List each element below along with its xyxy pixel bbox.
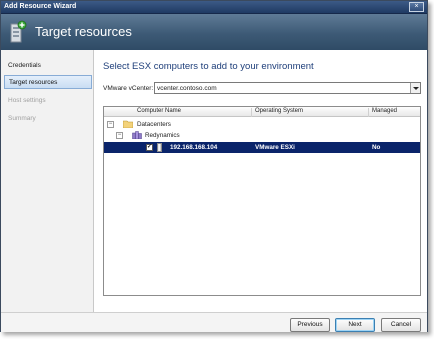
computer-name-cell: 192.168.168.104 bbox=[170, 144, 218, 151]
computers-tree-grid[interactable]: Computer Name Operating System Managed −… bbox=[103, 106, 421, 296]
wizard-steps-sidebar: Credentials Target resources Host settin… bbox=[1, 50, 94, 312]
sidebar-item-label: Credentials bbox=[8, 62, 41, 69]
sidebar-item-summary: Summary bbox=[4, 112, 92, 126]
tree-node-label: Datacenters bbox=[137, 121, 171, 128]
vcenter-label: VMware vCenter: bbox=[103, 85, 154, 92]
collapse-icon[interactable]: − bbox=[107, 121, 114, 128]
title-bar[interactable]: Add Resource Wizard × bbox=[1, 1, 427, 14]
server-icon bbox=[157, 143, 162, 152]
section-heading: Select ESX computers to add to your envi… bbox=[103, 61, 314, 72]
window-title: Add Resource Wizard bbox=[4, 3, 77, 10]
host-select-checkbox[interactable]: ✓ bbox=[146, 144, 153, 151]
main-content: Select ESX computers to add to your envi… bbox=[95, 50, 427, 312]
managed-cell: No bbox=[372, 144, 381, 151]
collapse-icon[interactable]: − bbox=[116, 132, 123, 139]
next-button[interactable]: Next bbox=[335, 318, 375, 332]
tree-node-label: Redynamics bbox=[145, 132, 180, 139]
wizard-computer-icon bbox=[10, 20, 27, 43]
wizard-window: Add Resource Wizard × Target resources C… bbox=[0, 0, 428, 332]
wizard-banner: Target resources bbox=[1, 14, 427, 50]
column-header-managed[interactable]: Managed bbox=[369, 108, 420, 117]
folder-icon bbox=[123, 120, 133, 128]
sidebar-item-label: Target resources bbox=[9, 79, 58, 86]
sidebar-item-host-settings: Host settings bbox=[4, 94, 92, 108]
cancel-button[interactable]: Cancel bbox=[381, 318, 421, 332]
sidebar-item-label: Summary bbox=[8, 115, 36, 122]
page-title: Target resources bbox=[35, 24, 132, 39]
chevron-down-icon[interactable] bbox=[410, 83, 420, 93]
grid-header: Computer Name Operating System Managed bbox=[104, 107, 420, 117]
sidebar-item-target-resources[interactable]: Target resources bbox=[4, 75, 92, 89]
wizard-footer: Previous Next Cancel bbox=[1, 312, 427, 332]
vcenter-value: vcenter.contoso.com bbox=[157, 85, 217, 92]
datacenter-icon bbox=[132, 131, 142, 139]
sidebar-item-label: Host settings bbox=[8, 97, 46, 104]
column-header-operating-system[interactable]: Operating System bbox=[252, 108, 369, 117]
close-button[interactable]: × bbox=[409, 2, 424, 12]
close-icon: × bbox=[414, 3, 419, 10]
tree-row-datacenters[interactable]: − Datacenters bbox=[104, 119, 420, 130]
tree-row-redynamics[interactable]: − Redynamics bbox=[104, 130, 420, 141]
table-row[interactable]: ✓ 192.168.168.104 VMware ESXi No bbox=[104, 142, 420, 153]
vcenter-dropdown[interactable]: vcenter.contoso.com bbox=[154, 82, 421, 94]
sidebar-item-credentials[interactable]: Credentials bbox=[4, 59, 92, 73]
previous-button[interactable]: Previous bbox=[290, 318, 330, 332]
column-header-computer-name[interactable]: Computer Name bbox=[134, 108, 252, 117]
operating-system-cell: VMware ESXi bbox=[255, 144, 295, 151]
